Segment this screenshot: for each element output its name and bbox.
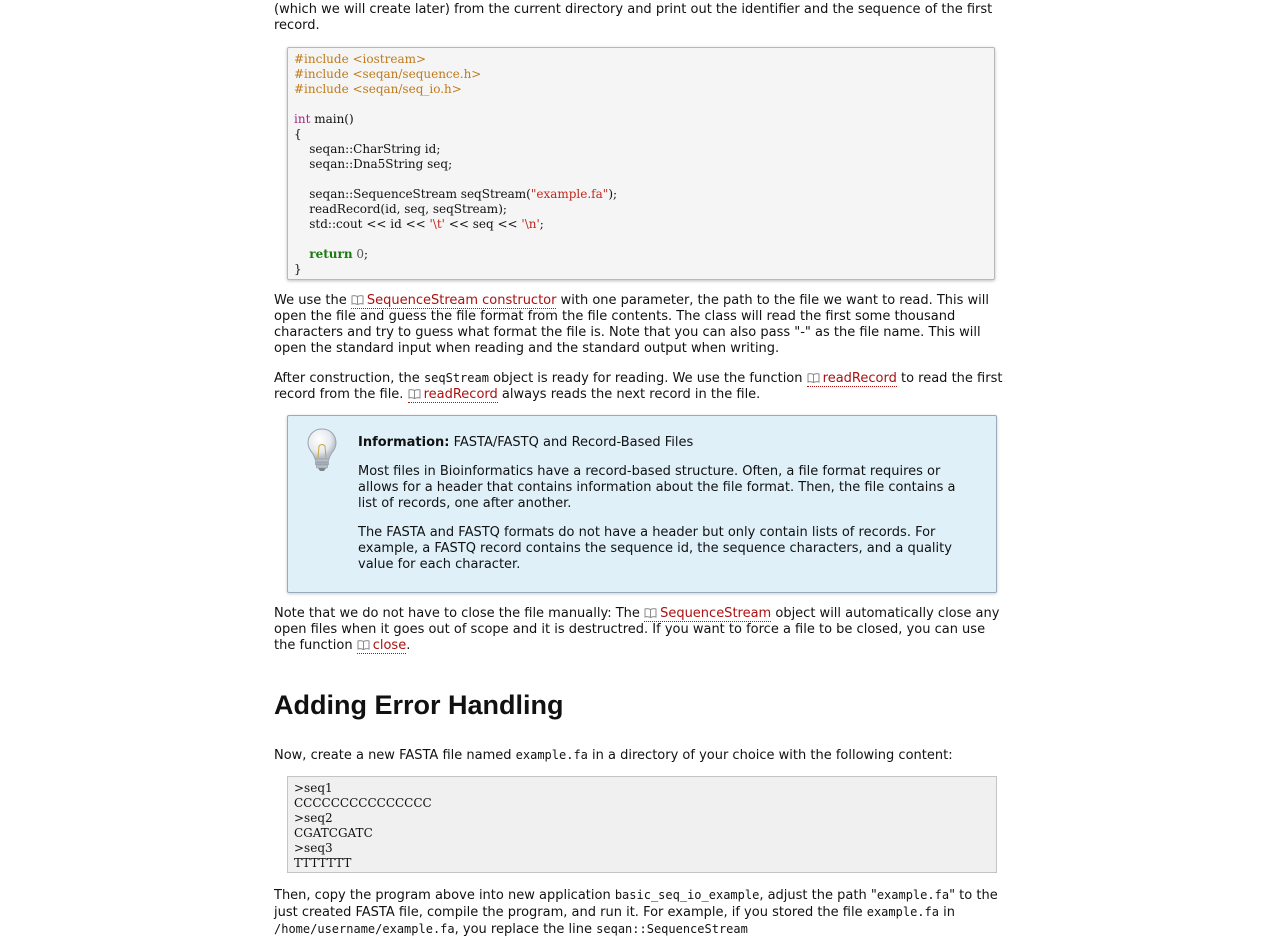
- code-line: #include <seqan/seq_io.h>: [294, 82, 988, 97]
- code-line: return 0;: [294, 247, 988, 262]
- book-icon: [644, 608, 657, 618]
- readrecord-link[interactable]: readRecord: [806, 371, 897, 387]
- text: We use the: [274, 293, 351, 308]
- info-paragraph: The FASTA and FASTQ formats do not have …: [358, 525, 952, 572]
- inline-code: seqan::SequenceStream: [596, 922, 748, 936]
- readrecord-link-2[interactable]: readRecord: [407, 387, 498, 403]
- code-token: #include <iostream>: [294, 52, 427, 66]
- inline-code: example.fa: [876, 888, 950, 902]
- fasta-line: CCCCCCCCCCCCCCC: [294, 796, 432, 810]
- inline-code: example.fa: [866, 905, 939, 919]
- code-token: "example.fa": [530, 187, 609, 201]
- code-line: }: [294, 262, 988, 277]
- code-token: }: [294, 262, 302, 276]
- inline-code: example.fa: [515, 748, 588, 762]
- link-label: SequenceStream: [660, 606, 772, 621]
- text: in a directory of your choice with the f…: [587, 748, 953, 763]
- inline-code: seqStream: [423, 371, 489, 385]
- code-token: readRecord(id, seq, seqStream);: [294, 202, 507, 216]
- text: Then, copy the program above into new ap…: [274, 888, 615, 903]
- information-box: Information: FASTA/FASTQ and Record-Base…: [287, 415, 997, 593]
- text: , adjust the path ": [759, 888, 877, 903]
- code-token: ;: [364, 247, 369, 261]
- paragraph-construction: After construction, the seqStream object…: [274, 370, 1010, 403]
- code-token: {: [294, 127, 302, 141]
- code-token: #include <seqan/sequence.h>: [294, 67, 482, 81]
- code-token: seqan::SequenceStream seqStream(: [294, 187, 531, 201]
- text: Note that we do not have to close the fi…: [274, 606, 645, 621]
- code-line: int main(): [294, 112, 988, 127]
- info-paragraph: Most files in Bioinformatics have a reco…: [358, 464, 956, 511]
- inline-code: /home/username/example.fa: [274, 922, 455, 936]
- code-line: {: [294, 127, 988, 142]
- text: object is ready for reading. We use the …: [488, 371, 807, 386]
- book-icon: [357, 640, 370, 650]
- code-token: main(): [310, 112, 354, 126]
- code-token: '\t': [429, 217, 445, 231]
- link-label: readRecord: [822, 371, 897, 386]
- code-token: std::cout << id <<: [294, 217, 430, 231]
- inline-code: basic_seq_io_example: [614, 888, 760, 902]
- code-line: readRecord(id, seq, seqStream);: [294, 202, 988, 217]
- code-token: ;: [539, 217, 544, 231]
- code-line: seqan::SequenceStream seqStream("example…: [294, 187, 988, 202]
- code-token: seqan::CharString id;: [294, 142, 441, 156]
- code-token: 0: [356, 247, 365, 261]
- paragraph-run-program: Then, copy the program above into new ap…: [274, 887, 1010, 938]
- text: , you replace the line: [454, 922, 597, 937]
- code-line: std::cout << id << '\t' << seq << '\n';: [294, 217, 988, 232]
- book-icon: [807, 373, 820, 383]
- code-token: );: [608, 187, 618, 201]
- code-line: #include <seqan/sequence.h>: [294, 67, 988, 82]
- paragraph-create-fasta: Now, create a new FASTA file named examp…: [274, 747, 1010, 764]
- paragraph-constructor: We use the SequenceStream constructor wi…: [274, 293, 1010, 357]
- sequencestream-constructor-link[interactable]: SequenceStream constructor: [350, 293, 557, 309]
- fasta-line: >seq3: [294, 841, 333, 855]
- fasta-line: >seq2: [294, 811, 333, 825]
- fasta-example-block: >seq1 CCCCCCCCCCCCCCC >seq2 CGATCGATC >seq3 T…: [287, 776, 997, 873]
- fasta-line: CGATCGATC: [294, 826, 373, 840]
- intro-paragraph: (which we will create later) from the cu…: [274, 2, 993, 33]
- fasta-line: >seq1: [294, 781, 333, 795]
- link-label: close: [372, 638, 407, 653]
- book-icon: [351, 295, 364, 305]
- code-token: seqan::Dna5String seq;: [294, 157, 453, 171]
- code-line: seqan::CharString id;: [294, 142, 988, 157]
- code-line: seqan::Dna5String seq;: [294, 157, 988, 172]
- info-title: FASTA/FASTQ and Record-Based Files: [453, 435, 694, 450]
- text: .: [406, 638, 411, 653]
- close-link[interactable]: close: [356, 638, 407, 654]
- text: After construction, the: [274, 371, 424, 386]
- code-token: int: [294, 112, 311, 126]
- code-token: #include <seqan/seq_io.h>: [294, 82, 462, 96]
- link-label: readRecord: [423, 387, 498, 402]
- code-token: return: [309, 247, 353, 261]
- paragraph-close: Note that we do not have to close the fi…: [274, 606, 1010, 654]
- text: always reads the next record in the file…: [497, 387, 761, 402]
- info-heading: Information: FASTA/FASTQ and Record-Base…: [358, 435, 693, 450]
- fasta-line: TTTTTTT: [294, 856, 352, 870]
- code-line: #include <iostream>: [294, 52, 988, 67]
- sequencestream-link[interactable]: SequenceStream: [644, 606, 772, 622]
- code-token: << seq <<: [444, 217, 522, 231]
- book-icon: [408, 389, 421, 399]
- section-heading: Adding Error Handling: [274, 690, 564, 720]
- lightbulb-icon: [307, 428, 337, 471]
- text: in: [938, 905, 955, 920]
- link-label: SequenceStream constructor: [366, 293, 557, 308]
- info-label: Information:: [358, 435, 450, 450]
- code-token: '\n': [521, 217, 540, 231]
- text: Now, create a new FASTA file named: [274, 748, 516, 763]
- code-block: #include <iostream> #include <seqan/seque…: [287, 47, 995, 280]
